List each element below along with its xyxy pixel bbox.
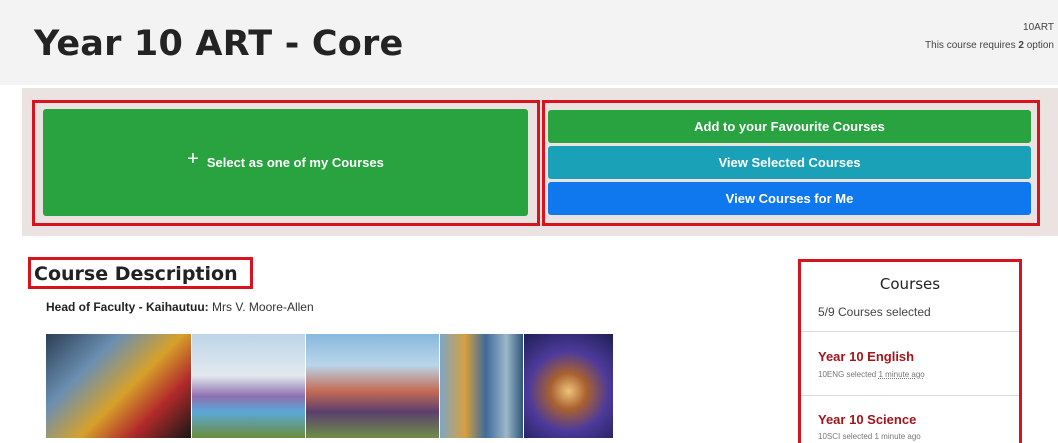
faculty-name: Mrs V. Moore-Allen [212, 300, 314, 314]
courses-panel-title: Courses [879, 275, 941, 293]
course-divider [801, 331, 1019, 332]
faculty-label: Head of Faculty - Kaihautuu: [46, 300, 209, 314]
artwork-image-4 [440, 334, 523, 438]
course-item-status: 10ENG selected [818, 370, 877, 379]
artwork-image-5 [524, 334, 613, 438]
courses-selected-count: 5/9 Courses selected [818, 305, 931, 319]
course-item-meta: 10SCI selected 1 minute ago [818, 432, 921, 441]
course-item-time: 1 minute ago [874, 432, 921, 441]
artwork-image-2 [192, 334, 305, 438]
requirement-suffix: option [1026, 40, 1054, 51]
head-of-faculty: Head of Faculty - Kaihautuu: Mrs V. Moor… [46, 300, 314, 314]
course-item-name[interactable]: Year 10 Science [818, 412, 916, 427]
highlight-box-select [32, 100, 540, 226]
highlight-box-description [28, 257, 253, 289]
course-divider [801, 395, 1019, 396]
requirement-prefix: This course requires [925, 40, 1016, 51]
requirement-count: 2 [1018, 40, 1024, 51]
artwork-gallery [46, 334, 613, 438]
page-header: Year 10 ART - Core 10ART This course req… [0, 0, 1058, 85]
course-item-name[interactable]: Year 10 English [818, 349, 914, 364]
page-title: Year 10 ART - Core [34, 24, 404, 64]
course-item-status: 10SCI selected [818, 432, 873, 441]
course-code: 10ART [1023, 22, 1054, 33]
course-requirement: This course requires 2 option [925, 40, 1054, 51]
course-item-time: 1 minute ago [878, 370, 925, 379]
artwork-image-1 [46, 334, 191, 438]
course-item-meta: 10ENG selected 1 minute ago [818, 370, 925, 379]
highlight-box-actions [542, 100, 1040, 226]
artwork-image-3 [306, 334, 439, 438]
